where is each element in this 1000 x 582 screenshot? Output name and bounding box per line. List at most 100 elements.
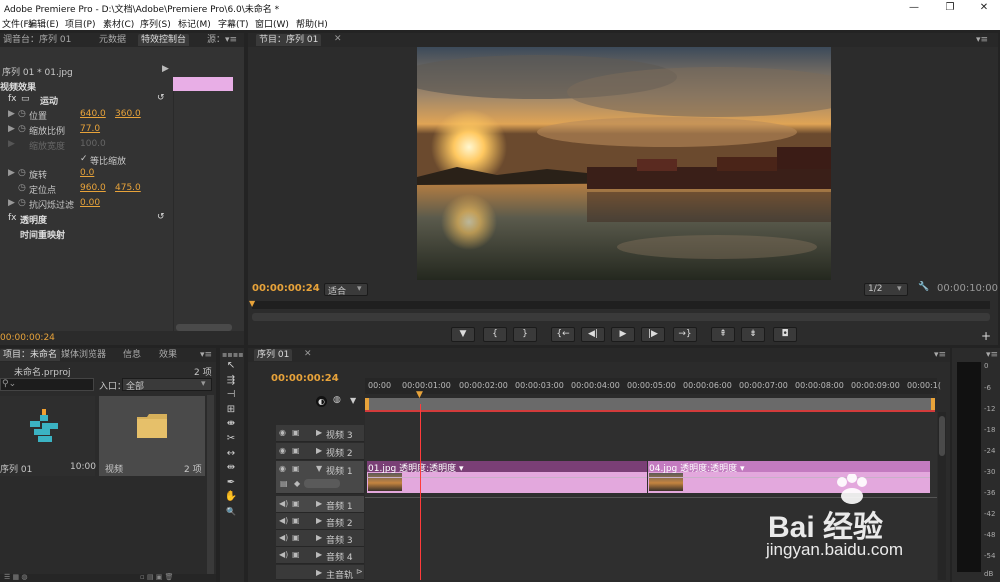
menu-edit[interactable]: 编辑(E) (28, 17, 59, 30)
slip-tool-icon[interactable]: ↔ (223, 447, 239, 461)
mark-in-button[interactable]: { (483, 327, 507, 342)
panel-menu-icon[interactable]: ▾≡ (976, 35, 988, 45)
go-to-out-button[interactable]: →} (673, 327, 697, 342)
stopwatch-icon[interactable]: ◷ (18, 168, 26, 178)
expand-arrow-icon[interactable]: ▶ (316, 568, 322, 577)
expand-arrow-icon[interactable]: ▶ (316, 550, 322, 559)
panel-menu-icon[interactable]: ▾≡ (225, 35, 237, 45)
eye-icon[interactable]: ◉ (279, 446, 286, 455)
maximize-button[interactable]: ❐ (938, 1, 962, 14)
close-tab-icon[interactable]: ✕ (304, 349, 312, 359)
new-item-icon[interactable]: ▫ ▤ ▣ 🗑 (140, 573, 174, 581)
inpoint-dropdown[interactable]: 全部 ▾ (122, 378, 212, 392)
speaker-icon[interactable]: ◀) (279, 499, 288, 508)
minimize-button[interactable]: — (902, 1, 926, 14)
expand-arrow-icon[interactable]: ▶ (316, 446, 322, 455)
scrub-bar[interactable] (252, 301, 990, 309)
tab-project[interactable]: 项目：未命名 (0, 349, 61, 361)
track-header-audio-4[interactable]: ◀) ▣ ▶ 音频 4 (276, 547, 364, 564)
razor-tool-icon[interactable]: ✂ (223, 432, 239, 446)
menu-window[interactable]: 窗口(W) (255, 17, 289, 30)
position-x-value[interactable]: 640.0 (80, 109, 106, 119)
tab-effects[interactable]: 效果 (156, 349, 180, 361)
track-header-video-3[interactable]: ◉ ▣ ▶ 视频 3 (276, 425, 364, 442)
add-marker-icon[interactable]: ▼ (350, 396, 356, 405)
work-area-bar[interactable] (365, 398, 935, 412)
track-header-audio-1[interactable]: ◀) ▣ ▶ 音频 1 (276, 496, 364, 513)
slide-tool-icon[interactable]: ⇹ (223, 461, 239, 475)
expand-arrow-icon[interactable]: ▶ (316, 533, 322, 542)
timeline-timecode[interactable]: 00:00:00:24 (271, 373, 339, 384)
close-tab-icon[interactable]: ✕ (334, 34, 342, 44)
pen-tool-icon[interactable]: ✒ (223, 476, 239, 490)
playhead-marker-icon[interactable]: ▼ (249, 299, 255, 308)
track-header-audio-2[interactable]: ◀) ▣ ▶ 音频 2 (276, 513, 364, 530)
lift-button[interactable]: ⇞ (711, 327, 735, 342)
tab-effect-controls[interactable]: 特效控制台 (138, 34, 190, 46)
lock-icon[interactable]: ▣ (292, 516, 300, 525)
project-item-folder[interactable]: 视频 2 项 (99, 396, 205, 476)
display-style-icon[interactable]: ▤ (280, 479, 288, 488)
ripple-edit-tool-icon[interactable]: ⊣ (223, 388, 239, 402)
track-header-video-1[interactable]: ◉ ▣ ▼ 视频 1 ▤ ◆ (276, 461, 364, 494)
tab-info[interactable]: 信息 (120, 349, 144, 361)
marker-tool-icon[interactable]: ◍ (333, 395, 341, 405)
uniform-scale-checkbox[interactable]: ✓ (80, 154, 88, 164)
clip-04[interactable]: 04.jpg 透明度:透明度 ▾ (648, 461, 930, 493)
fit-dropdown[interactable]: 适合 ▾ (324, 283, 368, 297)
menu-project[interactable]: 项目(P) (65, 17, 95, 30)
tab-metadata[interactable]: 元数据 (96, 34, 129, 46)
play-button[interactable]: ▶ (611, 327, 635, 342)
keyframe-nav[interactable] (304, 479, 340, 488)
menu-title[interactable]: 字幕(T) (218, 17, 249, 30)
master-arrow-icon[interactable]: ⊳ (356, 567, 363, 576)
hand-tool-icon[interactable]: ✋ (223, 490, 239, 504)
export-frame-button[interactable]: ◘ (773, 327, 797, 342)
zoom-tool-icon[interactable]: 🔍 (223, 505, 239, 519)
snap-icon[interactable]: ◐ (316, 396, 327, 407)
playhead-line[interactable] (420, 404, 421, 580)
panel-menu-icon[interactable]: ▾≡ (986, 350, 998, 360)
speaker-icon[interactable]: ◀) (279, 516, 288, 525)
vertical-scrollbar[interactable] (207, 395, 214, 575)
rolling-edit-tool-icon[interactable]: ⊞ (223, 403, 239, 417)
close-button[interactable]: ✕ (972, 1, 996, 14)
menu-clip[interactable]: 素材(C) (103, 17, 134, 30)
playhead-icon[interactable]: ▼ (416, 390, 423, 400)
rotation-value[interactable]: 0.0 (80, 168, 94, 178)
speaker-icon[interactable]: ◀) (279, 533, 288, 542)
list-view-icon[interactable]: ☰ ▦ ◍ (4, 573, 27, 581)
step-back-button[interactable]: ◀| (581, 327, 605, 342)
zoom-scrollbar[interactable] (252, 313, 990, 321)
expand-arrow-icon[interactable]: ▶ (316, 428, 322, 437)
tab-media-browser[interactable]: 媒体浏览器 (58, 349, 109, 361)
track-header-audio-3[interactable]: ◀) ▣ ▶ 音频 3 (276, 530, 364, 547)
lock-icon[interactable]: ▣ (292, 550, 300, 559)
panel-menu-icon[interactable]: ▾≡ (200, 350, 212, 360)
tab-sequence[interactable]: 序列 01 (254, 349, 293, 361)
selection-tool-icon[interactable]: ↖ (223, 359, 239, 373)
expand-arrow-icon[interactable]: ▶ (162, 64, 169, 74)
expand-arrow-icon[interactable]: ▶ (8, 168, 15, 178)
work-area-end-handle[interactable] (931, 398, 935, 410)
tab-audio-mixer[interactable]: 调音台：序列 01 (0, 34, 74, 46)
clip-01[interactable]: 01.jpg 透明度:透明度 ▾ (367, 461, 647, 493)
panel-menu-icon[interactable]: ▾≡ (934, 350, 946, 360)
work-area-start-handle[interactable] (365, 398, 369, 410)
track-select-tool-icon[interactable]: ⇶ (223, 374, 239, 388)
mark-out-button[interactable]: } (513, 327, 537, 342)
stopwatch-icon[interactable]: ◷ (18, 109, 26, 119)
rate-stretch-tool-icon[interactable]: ⇼ (223, 417, 239, 431)
anchor-y-value[interactable]: 475.0 (115, 183, 141, 193)
lock-icon[interactable]: ▣ (292, 446, 300, 455)
step-forward-button[interactable]: |▶ (641, 327, 665, 342)
track-header-video-2[interactable]: ◉ ▣ ▶ 视频 2 (276, 443, 364, 460)
lock-icon[interactable]: ▣ (292, 428, 300, 437)
search-input[interactable]: ⚲⌄ (0, 378, 94, 391)
menu-marker[interactable]: 标记(M) (178, 17, 211, 30)
add-marker-button[interactable]: ▼ (451, 327, 475, 342)
menu-help[interactable]: 帮助(H) (296, 17, 328, 30)
go-to-in-button[interactable]: {← (551, 327, 575, 342)
expand-arrow-icon[interactable]: ▶ (8, 198, 15, 208)
speaker-icon[interactable]: ◀) (279, 550, 288, 559)
